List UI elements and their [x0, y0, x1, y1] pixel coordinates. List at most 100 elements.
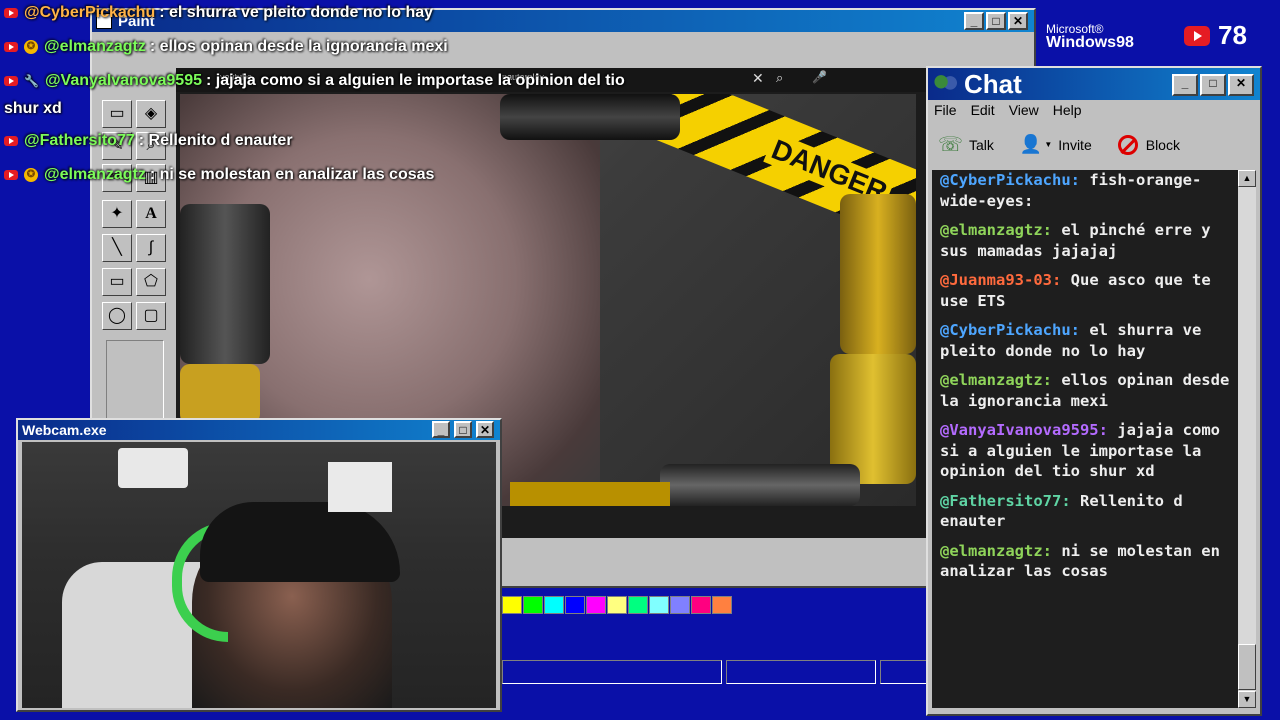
palette-swatch[interactable]: [523, 596, 543, 614]
curve-tool-icon[interactable]: ∫: [136, 234, 166, 262]
barrel-yellow-left: [180, 364, 260, 424]
member-badge-icon: ✪: [24, 168, 38, 182]
barrel-right-yellow: [840, 194, 916, 354]
viewer-count: 78: [1184, 20, 1247, 51]
chat-message: @Juanma93-03: Que asco que te use ETS: [940, 270, 1230, 311]
menu-file[interactable]: File: [934, 102, 957, 118]
scroll-thumb[interactable]: [1238, 644, 1256, 690]
line-tool-icon[interactable]: ╲: [102, 234, 132, 262]
palette-swatch[interactable]: [712, 596, 732, 614]
chat-menu-bar: File Edit View Help: [934, 102, 1096, 118]
minimize-button[interactable]: _: [964, 12, 984, 30]
talk-label: Talk: [969, 136, 994, 153]
chat-message-user[interactable]: @elmanzagtz:: [940, 371, 1052, 389]
palette-swatch[interactable]: [628, 596, 648, 614]
search-icon[interactable]: ⌕: [776, 70, 783, 86]
scroll-down-arrow-icon[interactable]: ▼: [1238, 691, 1256, 708]
overlay-chat-user: @elmanzagtz: [44, 166, 146, 183]
tool-options-box[interactable]: [106, 340, 164, 422]
toilet-paper-pack: [328, 462, 392, 512]
windows98-logo: Microsoft® Windows98: [1046, 22, 1134, 51]
invite-label: Invite: [1058, 136, 1092, 153]
toxic-waste-strip: [510, 482, 670, 506]
chat-message-user[interactable]: @elmanzagtz:: [940, 221, 1052, 239]
chat-message-user[interactable]: @Fathersito77:: [940, 492, 1071, 510]
moderator-wrench-icon: 🔧: [24, 74, 39, 88]
chat-message-user[interactable]: @CyberPickachu:: [940, 321, 1080, 339]
overlay-chat-text: : el shurra ve pleito donde no lo hay: [159, 4, 434, 21]
webcam-titlebar[interactable]: Webcam.exe: [18, 420, 500, 440]
close-button[interactable]: ✕: [1228, 74, 1254, 96]
palette-swatch[interactable]: [544, 596, 564, 614]
chat-message-user[interactable]: @CyberPickachu:: [940, 171, 1080, 189]
overlay-chat-line: ✪ @elmanzagtz: ellos opinan desde la igno…: [4, 38, 448, 56]
minimize-button[interactable]: _: [1172, 74, 1198, 96]
palette-swatch[interactable]: [691, 596, 711, 614]
status-cell-coords: [726, 660, 876, 684]
rounded-rectangle-tool-icon[interactable]: ▢: [136, 302, 166, 330]
chat-message-user[interactable]: @Juanma93-03:: [940, 271, 1061, 289]
menu-view[interactable]: View: [1009, 102, 1039, 118]
chat-toolbar: ☏ Talk 👤 ▼ Invite Block: [938, 132, 1206, 157]
barrel-left: [180, 204, 270, 364]
overlay-chat-text: : Rellenito d enauter: [138, 132, 293, 149]
palette-swatch[interactable]: [649, 596, 669, 614]
chat-message-user[interactable]: @elmanzagtz:: [940, 542, 1052, 560]
chat-message-user[interactable]: @VanyaIvanova9595:: [940, 421, 1108, 439]
rectangle-tool-icon[interactable]: ▭: [102, 268, 132, 296]
chat-message: @CyberPickachu: fish-orange-wide-eyes:: [940, 170, 1230, 211]
overlay-chat-user: @CyberPickachu: [24, 4, 156, 21]
talk-button[interactable]: ☏ Talk: [938, 132, 994, 157]
talk-icon: ☏: [938, 134, 964, 156]
overlay-chat-text: : jajaja como si a alguien le importase …: [206, 72, 625, 89]
webcam-window: Webcam.exe _ □ ✕: [16, 418, 502, 712]
chat-log[interactable]: @CyberPickachu: fish-orange-wide-eyes: @e…: [932, 170, 1238, 708]
microphone-icon[interactable]: 🎤: [812, 70, 827, 84]
overlay-chat-line: @CyberPickachu: el shurra ve pleito dond…: [4, 4, 433, 22]
overlay-chat-user: @VanyaIvanova9595: [44, 72, 202, 89]
viewer-count-value: 78: [1218, 20, 1247, 50]
maximize-button[interactable]: □: [986, 12, 1006, 30]
block-icon: [1117, 134, 1138, 155]
close-button[interactable]: ✕: [476, 421, 494, 438]
chat-message: @elmanzagtz: el pinché erre y sus mamada…: [940, 220, 1230, 261]
block-button[interactable]: Block: [1117, 134, 1180, 155]
close-icon[interactable]: ✕: [752, 70, 764, 87]
menu-help[interactable]: Help: [1053, 102, 1082, 118]
overlay-chat-user: @elmanzagtz: [44, 38, 146, 55]
close-button[interactable]: ✕: [1008, 12, 1028, 30]
os-logo-bottom: Windows98: [1046, 34, 1134, 51]
chat-people-icon: [932, 73, 958, 95]
palette-swatch[interactable]: [586, 596, 606, 614]
status-cell-main: [502, 660, 722, 684]
youtube-icon: [4, 76, 18, 86]
youtube-icon: [4, 42, 18, 52]
chat-scrollbar[interactable]: ▲ ▼: [1238, 170, 1256, 708]
palette-swatch[interactable]: [607, 596, 627, 614]
overlay-chat-line: 🔧 @VanyaIvanova9595: jajaja como si a alg…: [4, 72, 625, 90]
chat-message: @VanyaIvanova9595: jajaja como si a algu…: [940, 420, 1230, 482]
chat-message: @elmanzagtz: ni se molestan en analizar …: [940, 541, 1230, 582]
invite-button[interactable]: 👤 ▼ Invite: [1020, 134, 1092, 155]
text-tool-icon[interactable]: A: [136, 200, 166, 228]
palette-swatch[interactable]: [670, 596, 690, 614]
menu-edit[interactable]: Edit: [971, 102, 995, 118]
overlay-chat-user: @Fathersito77: [24, 132, 135, 149]
ellipse-tool-icon[interactable]: ◯: [102, 302, 132, 330]
overlay-chat-text: : ni se molestan en analizar las cosas: [149, 166, 435, 183]
eraser-tool-icon[interactable]: ▭: [102, 100, 132, 128]
airbrush-tool-icon[interactable]: ✦: [102, 200, 132, 228]
youtube-icon: [4, 170, 18, 180]
barrel-bottom-dark: [660, 464, 860, 506]
scroll-up-arrow-icon[interactable]: ▲: [1238, 170, 1256, 187]
minimize-button[interactable]: _: [432, 421, 450, 438]
maximize-button[interactable]: □: [1200, 74, 1226, 96]
maximize-button[interactable]: □: [454, 421, 472, 438]
palette-swatch[interactable]: [502, 596, 522, 614]
polygon-tool-icon[interactable]: ⬠: [136, 268, 166, 296]
palette-swatch[interactable]: [565, 596, 585, 614]
invite-icon: 👤: [1019, 134, 1043, 154]
chat-title: Chat: [964, 68, 1022, 99]
chat-message: @CyberPickachu: el shurra ve pleito dond…: [940, 320, 1230, 361]
fill-bucket-tool-icon[interactable]: ◈: [136, 100, 166, 128]
